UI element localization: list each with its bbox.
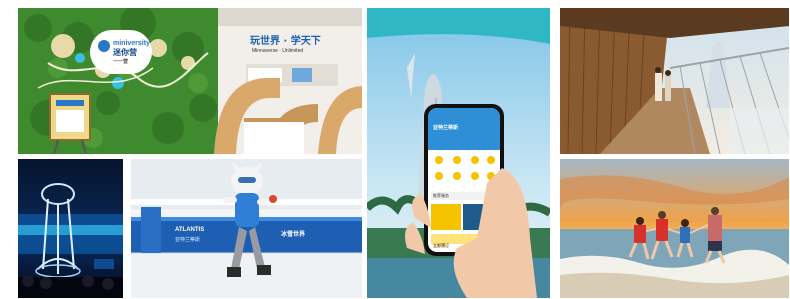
app-section: 推荐服务 [433,193,449,198]
slogan-cn: 玩世界 · 学天下 [250,36,321,47]
app-header: 亚特兰蒂斯 [433,125,459,131]
app-book-button: 立即预订 [433,243,449,248]
rink-banner-left: ATLANTIS [175,227,205,233]
rink-banner-sub: 亚特兰蒂斯 [175,237,201,243]
ice-rink-photo: ATLANTIS 亚特兰蒂斯 冰雪世界 [131,159,362,298]
beach-family-photo [560,159,789,298]
miniversity-logo-text: miniversity 迷你营 一一营 [113,40,157,65]
app-phone-photo: 亚特兰蒂斯 推荐服务 立即预订 [367,8,550,298]
miniversity-photo: miniversity 迷你营 一一营 玩世界 · 学天下 Minnaverse… [18,8,362,154]
slogan-en: Minnaverse · Unlimited [252,48,304,54]
brand-cn: 迷你营 [113,48,137,57]
balcony-photo [560,8,789,154]
rink-banner-right: 冰雪世界 [281,231,306,238]
brand-sub: 一一营 [113,59,129,65]
brand-name: miniversity [113,40,150,47]
night-show-photo [18,159,123,298]
